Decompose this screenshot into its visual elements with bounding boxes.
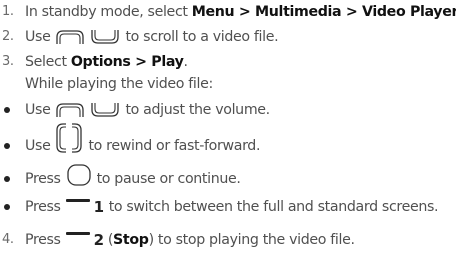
navigation-down-key-icon: [90, 29, 120, 45]
bullet-text: Use: [25, 138, 51, 154]
bullet-text: Use: [25, 102, 51, 118]
options-label: Options: [70, 54, 131, 70]
multimedia-label: Multimedia: [255, 4, 342, 20]
menu-label: Menu: [191, 4, 235, 20]
bullet-dot: [4, 176, 10, 182]
soft-key-digit: 2: [93, 231, 104, 249]
separator: >: [341, 4, 362, 20]
left-soft-key-icon: 1: [65, 198, 104, 216]
right-soft-key-icon: 2: [65, 231, 104, 249]
stop-label: Stop: [113, 232, 149, 248]
step-number: 4.: [2, 232, 14, 247]
bullet-dot: [4, 204, 10, 210]
bullet-dot: [4, 143, 10, 149]
step-number: 3.: [2, 54, 14, 69]
bullet-text: to adjust the volume.: [125, 102, 270, 118]
center-confirm-key-icon: [66, 163, 92, 187]
period: .: [183, 54, 189, 70]
paren-open: (: [103, 232, 114, 248]
step-text: Press: [25, 232, 61, 248]
step-text: In standby mode, select: [25, 4, 192, 20]
bullet-text: Press: [25, 199, 61, 215]
navigation-down-key-icon: [90, 102, 120, 118]
bullet-dot: [4, 107, 10, 113]
video-player-label: Video Player: [361, 4, 456, 20]
navigation-up-key-icon: [55, 102, 85, 118]
step-number: 2.: [2, 29, 14, 44]
bullet-text: Press: [25, 171, 61, 187]
navigation-left-right-keys-icon: [55, 122, 83, 154]
step-number: 1.: [2, 4, 14, 19]
navigation-up-key-icon: [55, 29, 85, 45]
soft-key-digit: 1: [93, 198, 104, 216]
bullet-text: to switch between the full and standard …: [108, 199, 439, 215]
step-text: Use: [25, 29, 51, 45]
separator: >: [234, 4, 256, 20]
step-text: to stop playing the video file.: [153, 232, 355, 248]
separator: >: [130, 54, 152, 70]
step-text: to scroll to a video file.: [125, 29, 279, 45]
bullet-text: to rewind or fast-forward.: [88, 138, 261, 154]
bullet-text: to pause or continue.: [96, 171, 241, 187]
step-text: Select: [25, 54, 71, 70]
play-label: Play: [151, 54, 184, 70]
